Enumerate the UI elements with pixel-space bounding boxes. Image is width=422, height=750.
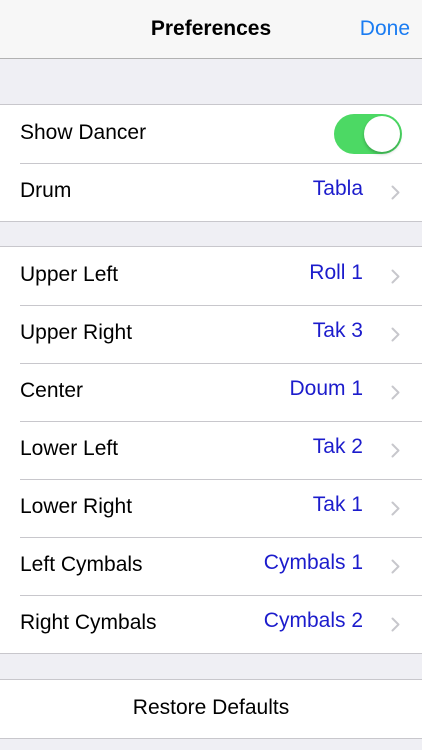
sound-value: Roll 1: [309, 261, 363, 284]
drum-value: Tabla: [312, 177, 363, 200]
sound-label: Right Cymbals: [20, 611, 157, 634]
drum-label: Drum: [20, 179, 72, 202]
sound-value: Tak 1: [312, 493, 363, 516]
chevron-right-icon: [391, 269, 400, 284]
sound-label: Lower Right: [20, 495, 133, 518]
chevron-right-icon: [391, 617, 400, 632]
sound-label: Upper Left: [20, 263, 119, 286]
show-dancer-toggle[interactable]: [334, 114, 402, 154]
sound-row-left-cymbals[interactable]: Left Cymbals Cymbals 1: [0, 537, 422, 595]
restore-group: Restore Defaults: [0, 679, 422, 739]
chevron-right-icon: [391, 443, 400, 458]
show-dancer-row: Show Dancer: [0, 105, 422, 163]
sound-value: Doum 1: [289, 377, 363, 400]
sound-label: Upper Right: [20, 321, 133, 344]
sound-label: Center: [20, 379, 84, 402]
sound-value: Cymbals 2: [263, 609, 363, 632]
sound-label: Left Cymbals: [20, 553, 143, 576]
sound-value: Cymbals 1: [263, 551, 363, 574]
sound-row-center[interactable]: Center Doum 1: [0, 363, 422, 421]
done-button[interactable]: Done: [360, 17, 410, 41]
chevron-right-icon: [391, 559, 400, 574]
page-title: Preferences: [150, 17, 272, 40]
general-settings-group: Show Dancer Drum Tabla: [0, 104, 422, 222]
navigation-bar: Preferences Done: [0, 0, 422, 59]
show-dancer-label: Show Dancer: [20, 121, 147, 144]
sound-row-lower-right[interactable]: Lower Right Tak 1: [0, 479, 422, 537]
toggle-knob: [364, 116, 400, 152]
sound-row-upper-right[interactable]: Upper Right Tak 3: [0, 305, 422, 363]
chevron-right-icon: [391, 501, 400, 516]
restore-defaults-label: Restore Defaults: [132, 696, 290, 719]
sound-value: Tak 3: [312, 319, 363, 342]
sound-label: Lower Left: [20, 437, 119, 460]
drum-row[interactable]: Drum Tabla: [0, 163, 422, 221]
restore-defaults-button[interactable]: Restore Defaults: [0, 680, 422, 738]
chevron-right-icon: [391, 185, 400, 200]
sound-row-right-cymbals[interactable]: Right Cymbals Cymbals 2: [0, 595, 422, 653]
chevron-right-icon: [391, 327, 400, 342]
sound-row-lower-left[interactable]: Lower Left Tak 2: [0, 421, 422, 479]
chevron-right-icon: [391, 385, 400, 400]
sound-value: Tak 2: [312, 435, 363, 458]
sound-row-upper-left[interactable]: Upper Left Roll 1: [0, 247, 422, 305]
sound-assignments-group: Upper Left Roll 1 Upper Right Tak 3 Cent…: [0, 246, 422, 654]
